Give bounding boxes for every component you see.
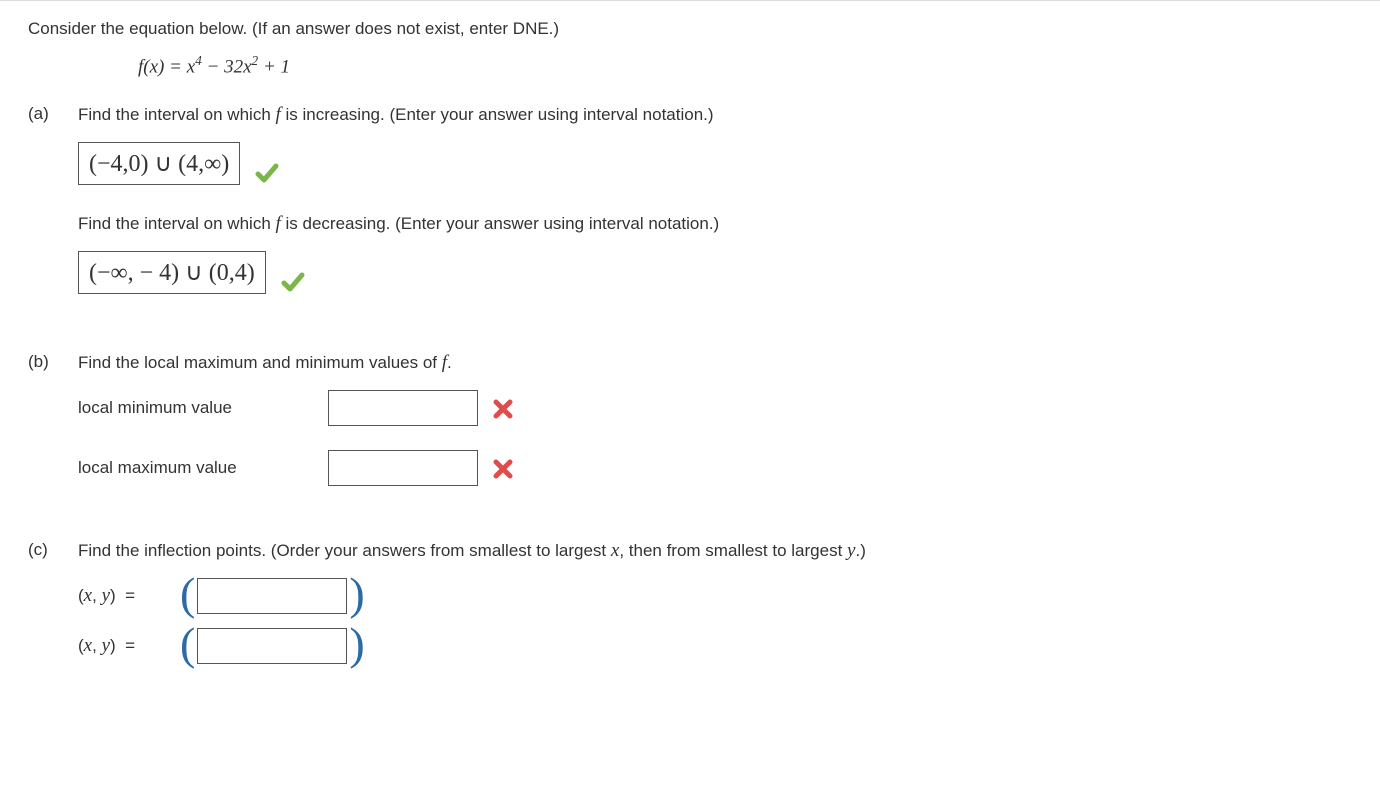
inflection-point-1-input[interactable] <box>197 578 347 614</box>
local-max-input[interactable] <box>328 450 478 486</box>
local-min-input[interactable] <box>328 390 478 426</box>
prompt-text: is decreasing. (Enter your answer using … <box>281 214 719 233</box>
paren-close-icon: ) <box>349 632 364 655</box>
part-b-label: (b) <box>28 352 78 510</box>
prompt-text: Find the interval on which <box>78 105 276 124</box>
part-a-prompt-2: Find the interval on which f is decreasi… <box>78 213 1352 235</box>
check-icon <box>254 160 280 191</box>
prompt-text: Find the local maximum and minimum value… <box>78 353 442 372</box>
part-a-label: (a) <box>28 104 78 322</box>
answer-increasing[interactable]: (−4,0) ∪ (4,∞) <box>78 142 240 185</box>
answer-decreasing[interactable]: (−∞, − 4) ∪ (0,4) <box>78 251 266 294</box>
x-icon <box>492 398 514 425</box>
part-a: (a) Find the interval on which f is incr… <box>28 104 1352 322</box>
paren-close-icon: ) <box>349 582 364 605</box>
xy-label-1: (x, y) = <box>78 585 178 607</box>
part-b-prompt: Find the local maximum and minimum value… <box>78 352 1352 374</box>
part-a-prompt-1: Find the interval on which f is increasi… <box>78 104 1352 126</box>
part-c-prompt: Find the inflection points. (Order your … <box>78 540 1352 562</box>
paren-open-icon: ( <box>180 582 195 605</box>
part-b: (b) Find the local maximum and minimum v… <box>28 352 1352 510</box>
local-min-label: local minimum value <box>78 398 328 418</box>
prompt-text: Find the interval on which <box>78 214 276 233</box>
prompt-text: . <box>447 353 452 372</box>
paren-open-icon: ( <box>180 632 195 655</box>
part-c: (c) Find the inflection points. (Order y… <box>28 540 1352 678</box>
inflection-point-2-input[interactable] <box>197 628 347 664</box>
equation: f(x) = x4 − 32x2 + 1 <box>138 53 1352 78</box>
x-icon <box>492 458 514 485</box>
part-c-label: (c) <box>28 540 78 678</box>
local-max-label: local maximum value <box>78 458 328 478</box>
xy-label-2: (x, y) = <box>78 635 178 657</box>
intro-text: Consider the equation below. (If an answ… <box>28 19 1352 39</box>
check-icon <box>280 269 306 300</box>
prompt-text: is increasing. (Enter your answer using … <box>281 105 714 124</box>
